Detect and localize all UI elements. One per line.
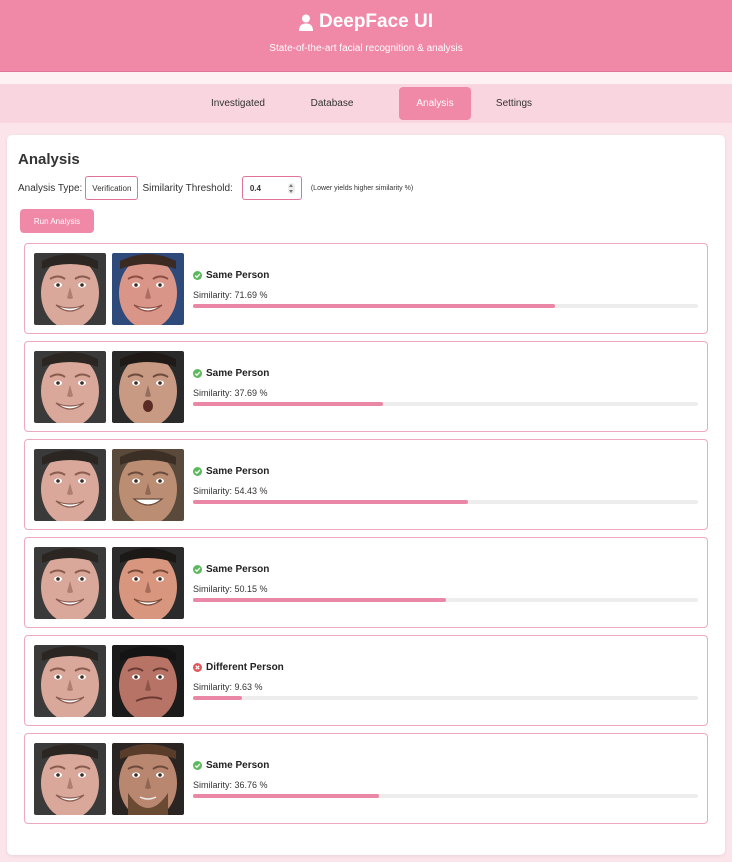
verdict-label: Same Person bbox=[206, 270, 270, 281]
app-subtitle: State-of-the-art facial recognition & an… bbox=[269, 43, 463, 54]
similarity-bar-fill bbox=[193, 794, 379, 798]
result-card: Same Person Similarity: 50.15 % bbox=[24, 537, 708, 628]
tab-database[interactable]: Database bbox=[291, 87, 373, 120]
verdict: Same Person bbox=[193, 466, 269, 477]
tab-analysis[interactable]: Analysis bbox=[399, 87, 471, 120]
header-divider bbox=[0, 72, 732, 84]
analysis-type-label: Analysis Type: bbox=[18, 182, 83, 194]
verdict-label: Same Person bbox=[206, 760, 270, 771]
app-title: DeepFace UI bbox=[0, 11, 732, 33]
reference-face-image bbox=[34, 351, 106, 423]
compared-face-image bbox=[112, 253, 184, 325]
app-title-text: DeepFace UI bbox=[318, 11, 434, 32]
analysis-panel: Analysis Analysis Type: Verification Sim… bbox=[7, 135, 725, 855]
analysis-controls: Analysis Type: Verification Similarity T… bbox=[18, 176, 413, 200]
verdict-label: Same Person bbox=[206, 368, 270, 379]
similarity-text: Similarity: 36.76 % bbox=[193, 780, 268, 790]
threshold-input[interactable]: 0.4 bbox=[241, 176, 302, 200]
result-card: Same Person Similarity: 54.43 % bbox=[24, 439, 708, 530]
verdict: Same Person bbox=[193, 368, 269, 379]
reference-face-image bbox=[34, 645, 106, 717]
app-header: DeepFace UI State-of-the-art facial reco… bbox=[0, 0, 732, 72]
compared-face-image bbox=[112, 645, 184, 717]
tab-settings[interactable]: Settings bbox=[489, 87, 539, 120]
similarity-text: Similarity: 71.69 % bbox=[193, 290, 268, 300]
similarity-bar-fill bbox=[193, 696, 242, 700]
verdict-label: Same Person bbox=[206, 466, 270, 477]
compared-face-image bbox=[112, 449, 184, 521]
reference-face-image bbox=[34, 743, 106, 815]
similarity-bar bbox=[193, 696, 698, 700]
verdict: Same Person bbox=[193, 760, 269, 771]
similarity-text: Similarity: 37.69 % bbox=[193, 388, 268, 398]
compared-face-image bbox=[112, 547, 184, 619]
reference-face-image bbox=[34, 547, 106, 619]
similarity-bar bbox=[193, 402, 698, 406]
check-circle-icon bbox=[193, 369, 202, 378]
compared-face-image bbox=[112, 351, 184, 423]
check-circle-icon bbox=[193, 467, 202, 476]
x-circle-icon bbox=[193, 663, 202, 672]
compared-face-image bbox=[112, 743, 184, 815]
similarity-bar bbox=[193, 500, 698, 504]
similarity-bar-fill bbox=[193, 304, 556, 308]
similarity-bar-fill bbox=[193, 402, 384, 406]
reference-face-image bbox=[34, 449, 106, 521]
panel-title: Analysis bbox=[18, 151, 80, 168]
analysis-type-select[interactable]: Verification bbox=[85, 176, 139, 200]
threshold-label: Similarity Threshold: bbox=[142, 182, 233, 194]
verdict: Same Person bbox=[193, 270, 269, 281]
result-card: Same Person Similarity: 71.69 % bbox=[24, 243, 708, 334]
verdict: Different Person bbox=[193, 662, 284, 673]
main-nav: Investigated Database Analysis Settings bbox=[0, 84, 732, 123]
verdict-label: Different Person bbox=[206, 662, 284, 673]
reference-face-image bbox=[34, 253, 106, 325]
verdict-label: Same Person bbox=[206, 564, 270, 575]
threshold-hint: (Lower yields higher similarity %) bbox=[310, 184, 414, 192]
similarity-text: Similarity: 50.15 % bbox=[193, 584, 268, 594]
user-icon bbox=[298, 14, 313, 31]
tab-investigated[interactable]: Investigated bbox=[193, 87, 283, 120]
check-circle-icon bbox=[193, 271, 202, 280]
similarity-bar-fill bbox=[193, 598, 447, 602]
check-circle-icon bbox=[193, 761, 202, 770]
result-card: Same Person Similarity: 36.76 % bbox=[24, 733, 708, 824]
similarity-bar bbox=[193, 598, 698, 602]
threshold-value: 0.4 bbox=[249, 184, 261, 193]
similarity-bar bbox=[193, 304, 698, 308]
similarity-text: Similarity: 54.43 % bbox=[193, 486, 268, 496]
similarity-text: Similarity: 9.63 % bbox=[193, 682, 263, 692]
run-analysis-button[interactable]: Run Analysis bbox=[20, 209, 94, 233]
result-card: Same Person Similarity: 37.69 % bbox=[24, 341, 708, 432]
similarity-bar-fill bbox=[193, 500, 468, 504]
check-circle-icon bbox=[193, 565, 202, 574]
verdict: Same Person bbox=[193, 564, 269, 575]
result-card: Different Person Similarity: 9.63 % bbox=[24, 635, 708, 726]
threshold-spinner[interactable] bbox=[287, 183, 295, 194]
similarity-bar bbox=[193, 794, 698, 798]
